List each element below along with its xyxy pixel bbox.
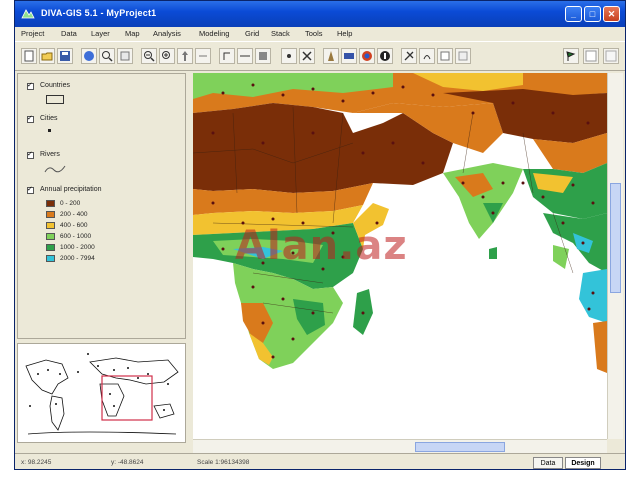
tools-icon[interactable] (377, 48, 393, 64)
map-view[interactable]: Alan.az (193, 73, 607, 439)
measure-icon[interactable] (219, 48, 235, 64)
rivers-visibility-checkbox[interactable] (27, 150, 34, 159)
precipitation-class-label: 400 - 600 (60, 222, 88, 229)
table-icon[interactable] (323, 48, 339, 64)
add-point-icon[interactable] (255, 48, 271, 64)
menu-tools[interactable]: Tools (305, 29, 323, 38)
zoom-out-icon[interactable] (141, 48, 157, 64)
query-icon[interactable] (299, 48, 315, 64)
overview-map[interactable] (17, 343, 186, 443)
app-window: DIVA-GIS 5.1 - MyProject1 _ □ ✕ Project … (14, 0, 626, 470)
countries-symbol (46, 95, 64, 104)
zoom-previous-icon[interactable] (159, 48, 175, 64)
menu-grid[interactable]: Grid (245, 29, 259, 38)
precipitation-class-label: 2000 - 7994 (60, 255, 95, 262)
precipitation-class-swatch[interactable] (46, 222, 55, 229)
app-icon (21, 9, 35, 19)
export-icon[interactable] (455, 48, 471, 64)
toolbar (15, 41, 625, 71)
menu-project[interactable]: Project (21, 29, 44, 38)
precipitation-visibility-checkbox[interactable] (27, 185, 34, 194)
zoom-layer-icon[interactable] (99, 48, 115, 64)
horizontal-scroll-thumb[interactable] (415, 442, 505, 452)
precipitation-class-swatch[interactable] (46, 200, 55, 207)
zoom-in-icon[interactable] (117, 48, 133, 64)
globe-icon[interactable] (341, 48, 357, 64)
map-horizontal-scrollbar[interactable] (193, 439, 607, 453)
precipitation-class-swatch[interactable] (46, 244, 55, 251)
status-bar: x: 98.2245 y: -48.8624 Scale 1:96134398 … (15, 453, 625, 469)
menu-bar: Project Data Layer Map Analysis Modeling… (15, 27, 625, 41)
countries-visibility-checkbox[interactable] (27, 81, 34, 90)
cities-visibility-checkbox[interactable] (27, 114, 34, 123)
vertical-scroll-thumb[interactable] (610, 183, 621, 293)
tab-data[interactable]: Data (533, 457, 563, 469)
info-icon[interactable] (359, 48, 375, 64)
menu-data[interactable]: Data (61, 29, 77, 38)
menu-modeling[interactable]: Modeling (199, 29, 229, 38)
close-button[interactable]: ✕ (603, 6, 620, 22)
menu-map[interactable]: Map (125, 29, 140, 38)
precipitation-class-label: 200 - 400 (60, 211, 88, 218)
identify-icon[interactable] (237, 48, 253, 64)
precipitation-class-swatch[interactable] (46, 255, 55, 262)
open-icon[interactable] (39, 48, 55, 64)
precipitation-class-label: 1000 - 2000 (60, 244, 95, 251)
new-icon[interactable] (21, 48, 37, 64)
select-icon[interactable] (195, 48, 211, 64)
title-bar: DIVA-GIS 5.1 - MyProject1 _ □ ✕ (15, 1, 625, 27)
overview-world-map (18, 344, 185, 442)
rivers-symbol (44, 165, 66, 173)
menu-help[interactable]: Help (337, 29, 352, 38)
precipitation-class-swatch[interactable] (46, 233, 55, 240)
precipitation-class-swatch[interactable] (46, 211, 55, 218)
overlay-icon[interactable] (419, 48, 435, 64)
settings-icon[interactable] (603, 48, 619, 64)
theme-cities-label[interactable]: Cities (40, 115, 58, 122)
theme-precipitation-label[interactable]: Annual precipitation (40, 186, 102, 193)
legend-panel: Countries Cities Rivers Annual precipita… (17, 73, 186, 339)
menu-layer[interactable]: Layer (91, 29, 110, 38)
status-scale: Scale 1:96134398 (197, 459, 250, 466)
flag-icon[interactable] (563, 48, 579, 64)
grid-icon[interactable] (583, 48, 599, 64)
full-extent-icon[interactable] (81, 48, 97, 64)
tab-design[interactable]: Design (565, 457, 601, 469)
menu-analysis[interactable]: Analysis (153, 29, 181, 38)
precipitation-class-label: 600 - 1000 (60, 233, 92, 240)
watermark: Alan.az (235, 223, 408, 269)
pan-icon[interactable] (177, 48, 193, 64)
graph-icon[interactable] (437, 48, 453, 64)
cities-symbol (48, 129, 51, 132)
theme-rivers-label[interactable]: Rivers (40, 151, 60, 158)
status-y-coordinate: y: -48.8624 (111, 459, 144, 466)
window-title: DIVA-GIS 5.1 - MyProject1 (41, 8, 157, 18)
save-icon[interactable] (57, 48, 73, 64)
status-x-coordinate: x: 98.2245 (21, 459, 52, 466)
theme-countries-label[interactable]: Countries (40, 82, 70, 89)
minimize-button[interactable]: _ (565, 6, 582, 22)
menu-stack[interactable]: Stack (271, 29, 290, 38)
rectangle-icon[interactable] (401, 48, 417, 64)
map-vertical-scrollbar[interactable] (607, 73, 623, 439)
maximize-button[interactable]: □ (584, 6, 601, 22)
remove-icon[interactable] (281, 48, 297, 64)
precipitation-class-label: 0 - 200 (60, 200, 81, 207)
